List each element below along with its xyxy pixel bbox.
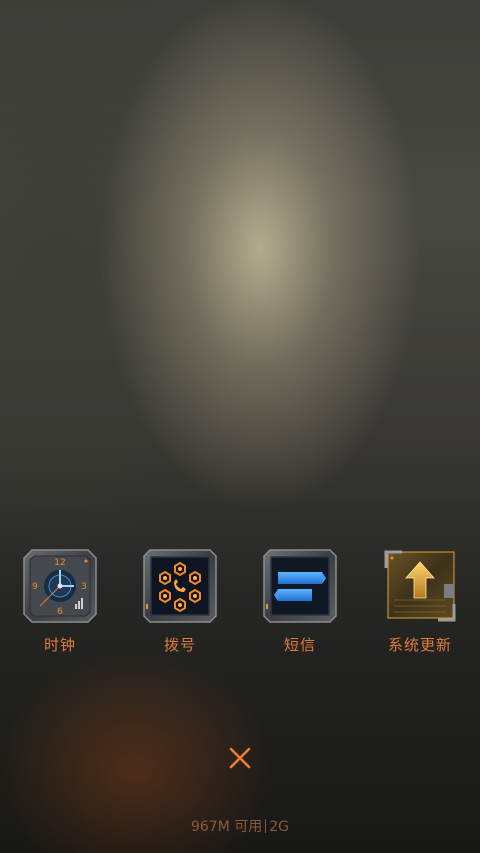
app-messages[interactable]: 短信: [250, 546, 350, 656]
clock-numeral-3: 3: [81, 582, 87, 592]
recent-apps-row: 12 3 6 9 时钟 拨号 短信 系统更新: [0, 546, 480, 656]
close-all-button[interactable]: [224, 742, 256, 774]
app-dialer-label: 拨号: [163, 636, 196, 654]
system-update-icon: [382, 548, 458, 624]
memory-status: 967M 可用 2G: [0, 816, 480, 836]
memory-total: 2G: [269, 819, 290, 835]
app-system-update[interactable]: 系统更新: [370, 546, 470, 656]
app-messages-label: 短信: [283, 636, 316, 654]
memory-divider: [265, 819, 267, 833]
app-dialer[interactable]: 拨号: [130, 546, 230, 656]
clock-numeral-12: 12: [54, 558, 65, 568]
app-clock[interactable]: 12 3 6 9 时钟: [10, 546, 110, 656]
app-system-update-label: 系统更新: [387, 636, 452, 654]
dialer-icon: [142, 548, 218, 624]
clock-numeral-6: 6: [57, 607, 63, 617]
clock-icon: 12 3 6 9: [22, 548, 98, 624]
close-icon: [224, 747, 256, 778]
memory-available: 967M 可用: [190, 819, 263, 835]
app-clock-label: 时钟: [43, 636, 76, 654]
recent-apps-screen: 12 3 6 9 时钟 拨号 短信 系统更新 967M 可用 2G: [0, 0, 480, 853]
message-icon: [262, 548, 338, 624]
clock-numeral-9: 9: [32, 582, 38, 592]
blurred-wallpaper: [0, 0, 480, 853]
